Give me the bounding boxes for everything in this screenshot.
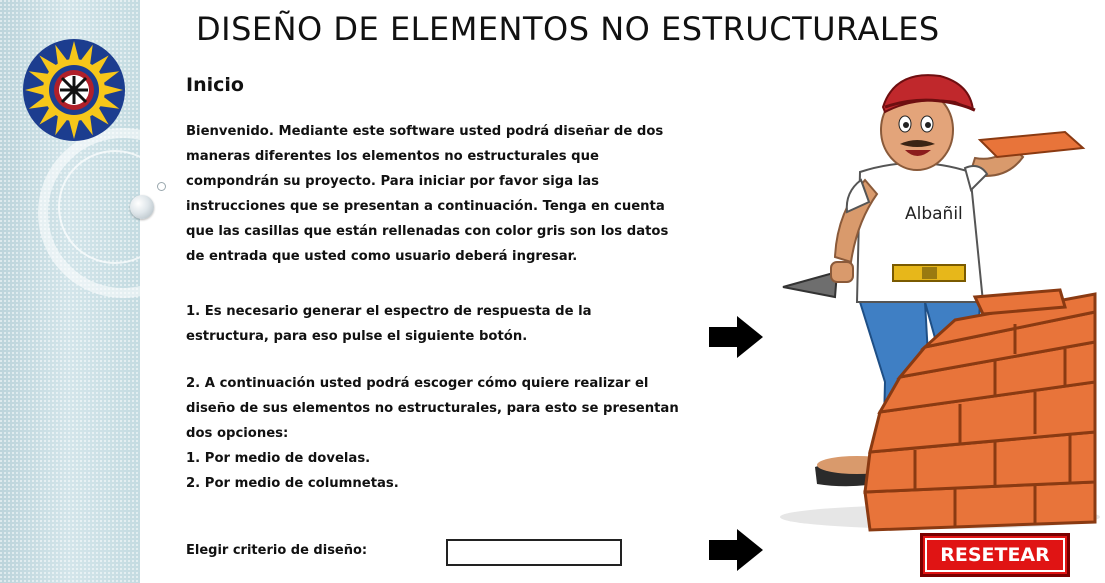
text-line: 1. Es necesario generar el espectro de r… [186, 304, 592, 319]
text-line: 2. Por medio de columnetas. [186, 476, 399, 491]
right-arrow-icon[interactable] [707, 314, 765, 360]
text-line: 2. A continuación usted podrá escoger có… [186, 376, 649, 391]
text-line: que las casillas que están rellenadas co… [186, 224, 669, 239]
criteria-label: Elegir criterio de diseño: [186, 543, 368, 558]
decorative-dot [157, 182, 166, 191]
text-line: Bienvenido. Mediante este software usted… [186, 124, 664, 139]
text-line: 1. Por medio de dovelas. [186, 451, 371, 466]
step1-paragraph: 1. Es necesario generar el espectro de r… [186, 299, 656, 349]
page-title: DISEÑO DE ELEMENTOS NO ESTRUCTURALES [196, 10, 940, 48]
text-line: de entrada que usted como usuario deberá… [186, 249, 578, 264]
intro-paragraph: Bienvenido. Mediante este software usted… [186, 119, 711, 269]
text-line: dos opciones: [186, 426, 289, 441]
text-line: instrucciones que se presentan a continu… [186, 199, 665, 214]
section-title: Inicio [186, 74, 244, 96]
shirt-text: Albañil [905, 204, 963, 224]
criteria-dropdown[interactable] [446, 539, 622, 566]
university-seal-icon [23, 39, 125, 141]
text-line: compondrán su proyecto. Para iniciar por… [186, 174, 599, 189]
text-line: diseño de sus elementos no estructurales… [186, 401, 679, 416]
reset-button[interactable]: RESETEAR [920, 533, 1070, 577]
text-line: maneras diferentes los elementos no estr… [186, 149, 599, 164]
step2-paragraph: 2. A continuación usted podrá escoger có… [186, 371, 716, 496]
decorative-orb [130, 195, 154, 219]
text-line: estructura, para eso pulse el siguiente … [186, 329, 528, 344]
bricklayer-illustration: Albañil [780, 74, 1100, 532]
right-arrow-icon[interactable] [707, 527, 765, 573]
